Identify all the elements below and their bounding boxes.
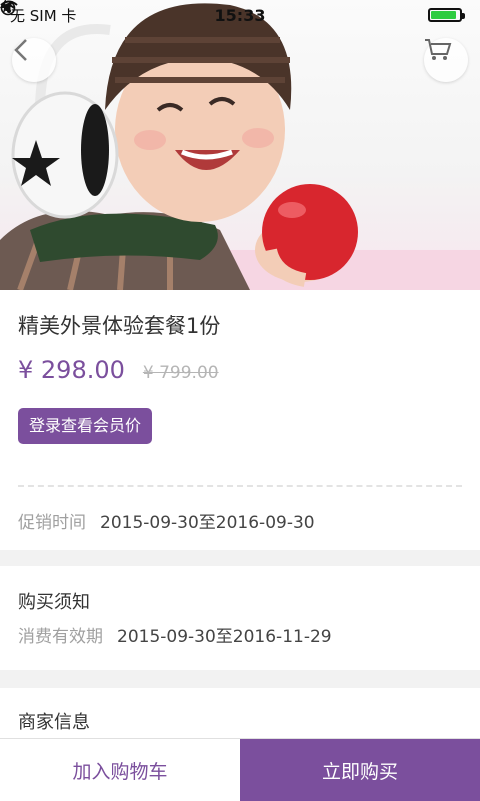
promo-time-row: 促销时间 2015-09-30至2016-09-30 — [18, 508, 315, 533]
battery-icon — [428, 8, 465, 22]
member-price-button[interactable]: 登录查看会员价 — [18, 408, 153, 444]
status-time: 15:33 — [214, 5, 266, 25]
dashed-divider — [18, 485, 462, 487]
add-to-cart-button[interactable]: 加入购物车 — [0, 739, 240, 801]
cart-button[interactable] — [424, 38, 468, 82]
purchase-notice-section: 购买须知 消费有效期 2015-09-30至2016-11-29 — [0, 566, 480, 670]
validity-label: 消费有效期 — [18, 627, 103, 647]
price-row: ¥ 298.00 ¥ 799.00 — [18, 356, 219, 384]
bottom-action-bar: 加入购物车 立即购买 — [0, 738, 480, 801]
promo-range: 2015-09-30至2016-09-30 — [100, 513, 315, 533]
current-price: ¥ 298.00 — [18, 356, 125, 384]
hero-illustration — [0, 3, 480, 290]
status-bar: 无 SIM 卡 15:33 — [0, 0, 480, 30]
buy-now-button[interactable]: 立即购买 — [240, 739, 480, 801]
validity-row: 消费有效期 2015-09-30至2016-11-29 — [18, 622, 332, 647]
merchant-title: 商家信息 — [18, 712, 90, 733]
carrier-label: 无 SIM 卡 — [10, 6, 77, 25]
notice-title: 购买须知 — [18, 592, 90, 613]
validity-range: 2015-09-30至2016-11-29 — [117, 627, 332, 647]
original-price: ¥ 799.00 — [142, 363, 219, 383]
product-info-section: 精美外景体验套餐1份 ¥ 298.00 ¥ 799.00 登录查看会员价 促销时… — [0, 290, 480, 550]
product-title: 精美外景体验套餐1份 — [18, 314, 221, 338]
product-hero-image: 无 SIM 卡 15:33 — [0, 0, 480, 290]
promo-label: 促销时间 — [18, 513, 86, 533]
back-button[interactable] — [12, 38, 56, 82]
